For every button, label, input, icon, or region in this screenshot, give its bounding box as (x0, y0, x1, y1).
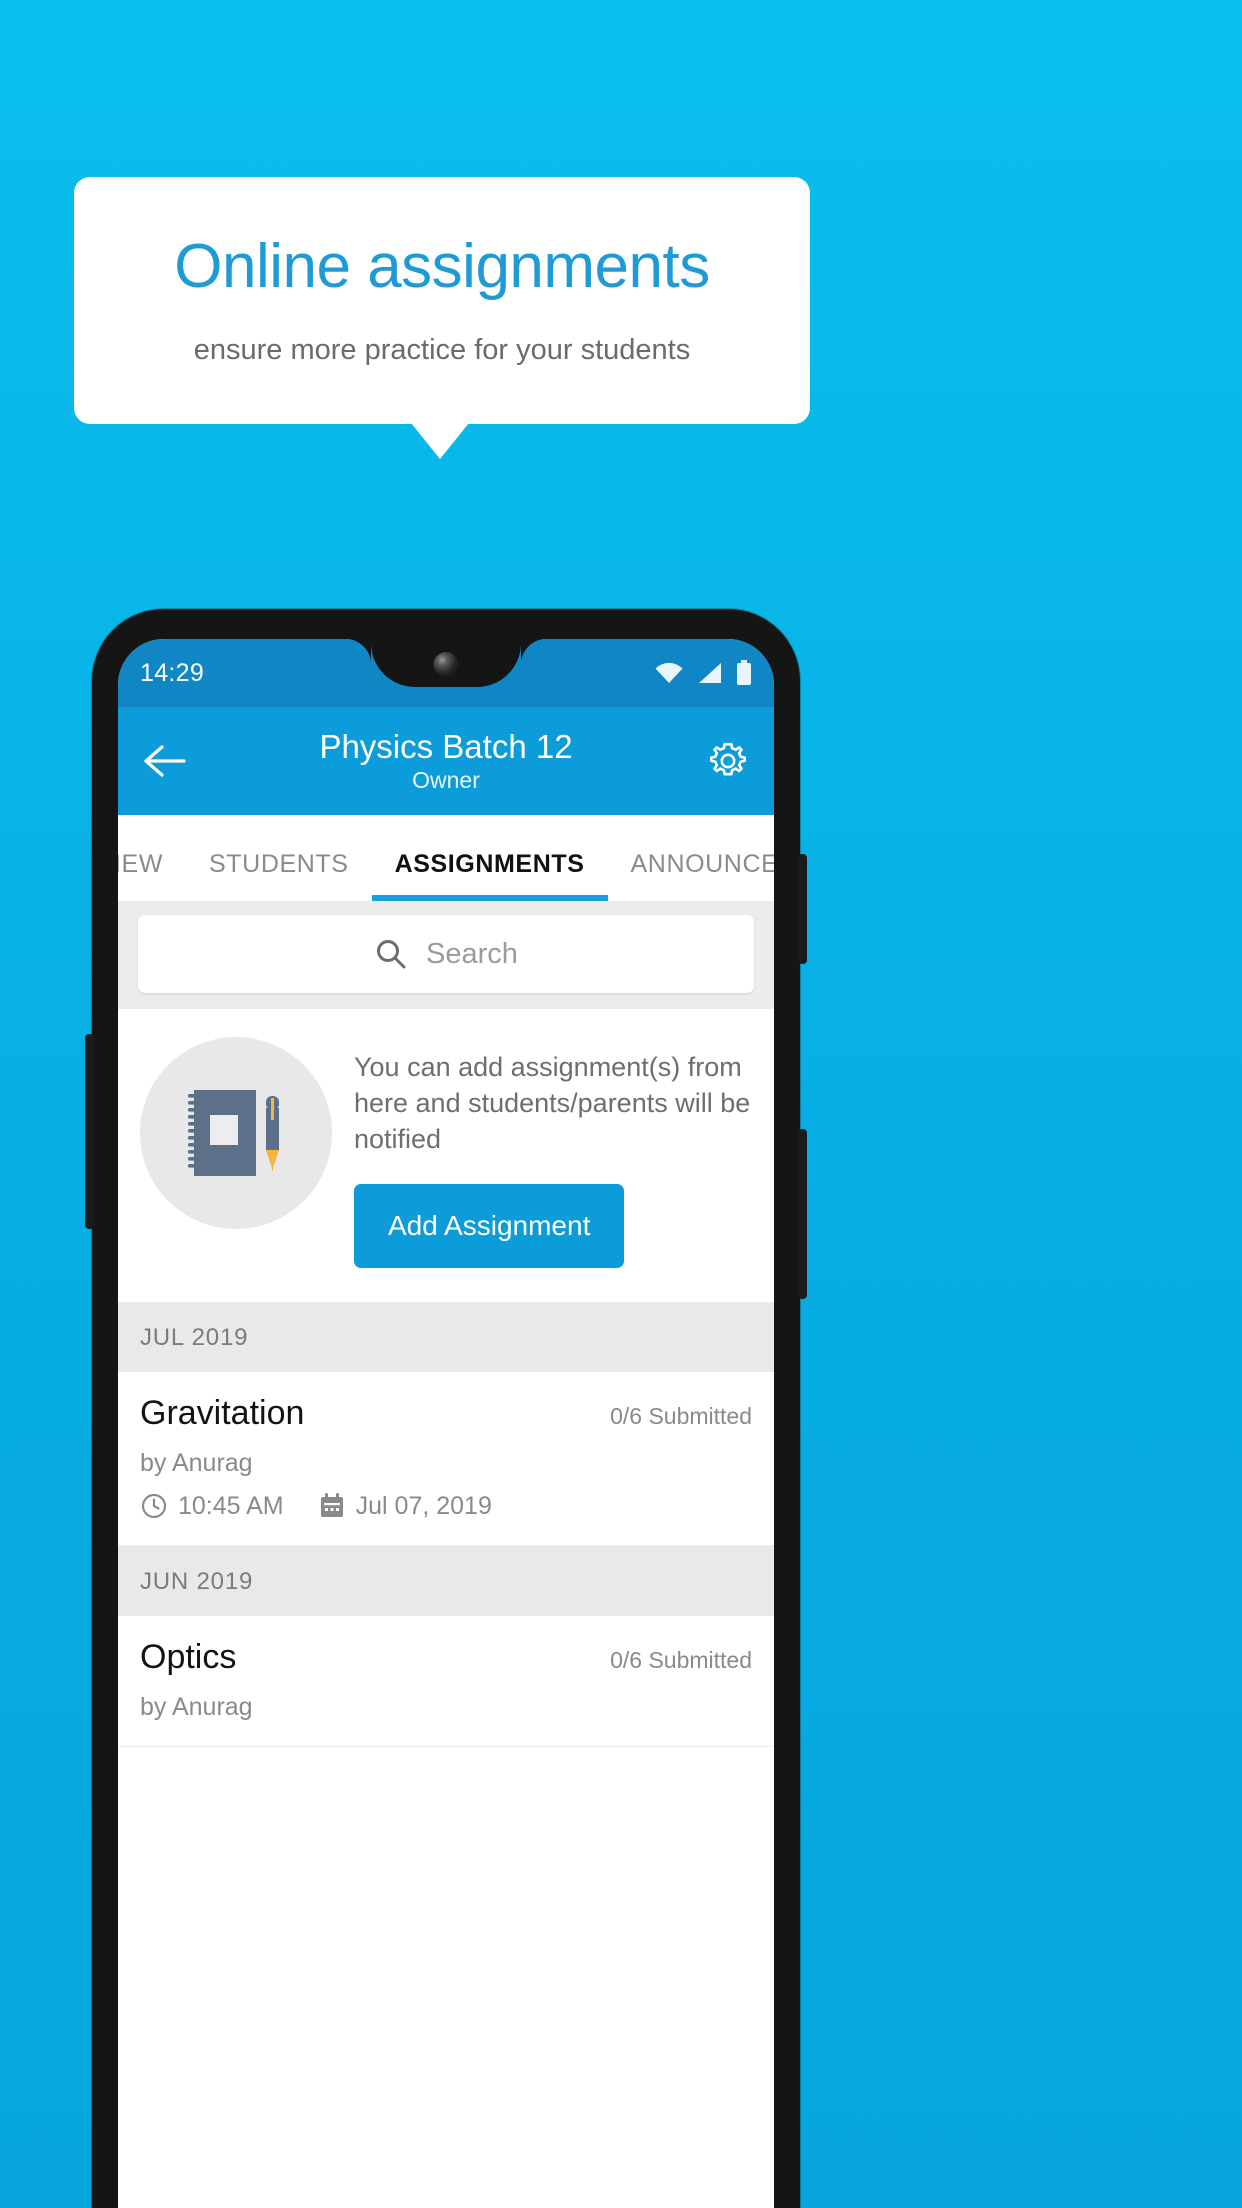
page-title: Physics Batch 12 (319, 727, 573, 765)
assignment-top: Optics 0/6 Submitted (140, 1638, 752, 1677)
phone-volume-button (798, 1129, 807, 1299)
tab-announcements[interactable]: ANNOUNCEM (608, 850, 774, 901)
assignment-row-optics[interactable]: Optics 0/6 Submitted by Anurag (118, 1615, 774, 1747)
status-bar: 14:29 (118, 639, 774, 707)
signal-icon (697, 661, 723, 685)
settings-button[interactable] (706, 739, 750, 783)
front-camera (433, 652, 459, 677)
search-section: Search (118, 901, 774, 1009)
app-bar-titles: Physics Batch 12 Owner (118, 728, 774, 795)
battery-icon (736, 660, 752, 686)
assignment-time: 10:45 AM (178, 1491, 284, 1520)
assignment-status: 0/6 Submitted (610, 1402, 752, 1429)
clock-icon (140, 1492, 168, 1520)
phone-mockup: 14:29 Physics Batch 12 Owner IEW STUDENT… (85, 609, 807, 2208)
empty-state-body: You can add assignment(s) from here and … (354, 1037, 752, 1268)
back-button[interactable] (142, 743, 186, 779)
assignment-row-gravitation[interactable]: Gravitation 0/6 Submitted by Anurag 10:4… (118, 1371, 774, 1546)
promo-bubble-tail (411, 423, 469, 459)
section-header-jun: JUN 2019 (118, 1545, 774, 1616)
tab-overview[interactable]: IEW (118, 850, 186, 901)
tab-assignments[interactable]: ASSIGNMENTS (371, 850, 608, 901)
app-bar: Physics Batch 12 Owner (118, 707, 774, 815)
promo-card: Online assignments ensure more practice … (74, 177, 810, 424)
search-icon (374, 937, 408, 971)
status-icons (654, 660, 752, 686)
calendar-icon (318, 1492, 346, 1520)
promo-title: Online assignments (174, 232, 710, 302)
tab-bar[interactable]: IEW STUDENTS ASSIGNMENTS ANNOUNCEM (118, 815, 774, 901)
assignment-meta: 10:45 AM Jul 07, 2019 (140, 1492, 752, 1521)
assignment-date: Jul 07, 2019 (355, 1491, 492, 1520)
phone-screen: 14:29 Physics Batch 12 Owner IEW STUDENT… (118, 639, 774, 2208)
assignment-title: Gravitation (140, 1393, 305, 1432)
phone-side-button (85, 1034, 94, 1229)
assignment-author: by Anurag (140, 1448, 253, 1477)
gear-icon (706, 739, 750, 783)
tab-students[interactable]: STUDENTS (186, 850, 372, 901)
notebook-and-pen-icon (140, 1037, 332, 1229)
search-placeholder: Search (426, 937, 518, 970)
phone-power-button (798, 854, 807, 964)
add-assignment-button[interactable]: Add Assignment (354, 1183, 625, 1268)
assignment-top: Gravitation 0/6 Submitted (140, 1394, 752, 1433)
promo-subtitle: ensure more practice for your students (193, 333, 691, 366)
status-clock: 14:29 (140, 658, 205, 687)
arrow-left-icon (142, 743, 186, 779)
section-header-jul: JUL 2019 (118, 1301, 774, 1372)
assignment-status: 0/6 Submitted (610, 1646, 752, 1673)
search-input[interactable]: Search (138, 915, 754, 993)
assignment-author: by Anurag (140, 1692, 253, 1721)
empty-state: You can add assignment(s) from here and … (118, 1009, 774, 1302)
page-subtitle: Owner (412, 767, 480, 794)
wifi-icon (654, 661, 684, 685)
empty-state-text: You can add assignment(s) from here and … (354, 1052, 751, 1155)
assignment-title: Optics (140, 1637, 237, 1676)
